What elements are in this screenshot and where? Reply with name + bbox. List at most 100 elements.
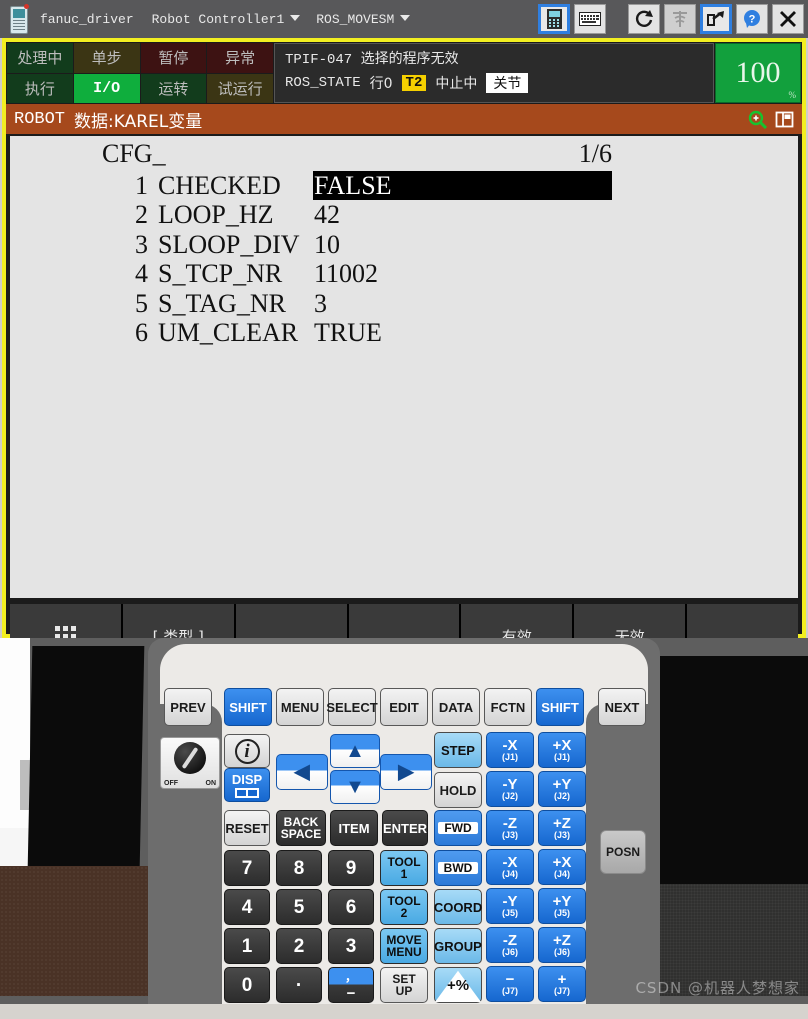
table-row[interactable]: 5 S_TAG_NR 3 [10, 289, 798, 318]
teach-pendant-view-button[interactable] [538, 4, 570, 34]
table-row[interactable]: 2 LOOP_HZ 42 [10, 200, 798, 229]
popout-window-button[interactable] [700, 4, 732, 34]
key-jog-py-j2[interactable]: +Y (J2) [538, 771, 586, 807]
key-jog-mx-j1[interactable]: -X (J1) [486, 732, 534, 768]
controller-selector[interactable]: Robot Controller1 [152, 12, 301, 27]
key-num9[interactable]: 9 [328, 850, 374, 886]
key-movemenu[interactable]: MOVE MENU [380, 928, 428, 964]
key-info[interactable]: i [224, 734, 270, 768]
status-light-single-step[interactable]: 单步 [73, 43, 140, 73]
key-edit[interactable]: EDIT [380, 688, 428, 726]
key-jog-px-j4[interactable]: +X (J4) [538, 849, 586, 885]
magnifier-plus-icon[interactable] [748, 110, 767, 129]
key-jog-mx-j4[interactable]: -X (J4) [486, 849, 534, 885]
key-jog-pz-j3[interactable]: +Z (J3) [538, 810, 586, 846]
key-num0[interactable]: 0 [224, 967, 270, 1003]
status-light-operating[interactable]: 运转 [140, 73, 207, 103]
key-shift-r[interactable]: SHIFT [536, 688, 584, 726]
key-coord[interactable]: COORD [434, 889, 482, 925]
status-light-running[interactable]: 执行 [7, 73, 73, 103]
karel-variable-list[interactable]: CFG_ 1/6 1 CHECKED FALSE 2 LOOP_HZ 42 3 … [10, 136, 798, 598]
key-menu[interactable]: MENU [276, 688, 324, 726]
row-index: 1 [135, 171, 148, 200]
key-jog-pz-j6[interactable]: +Z (J6) [538, 927, 586, 963]
row-value[interactable]: 42 [313, 200, 340, 229]
key-num8[interactable]: 8 [276, 850, 322, 886]
table-row[interactable]: 6 UM_CLEAR TRUE [10, 318, 798, 347]
row-value[interactable]: 3 [313, 289, 327, 318]
key-select[interactable]: SELECT [326, 688, 378, 726]
key-speed-up[interactable]: +% [434, 967, 482, 1003]
key-jog-py-j5[interactable]: +Y (J5) [538, 888, 586, 924]
key-setup[interactable]: SET UP [380, 967, 428, 1003]
key-disp[interactable]: DISP [224, 768, 270, 802]
message-box[interactable]: TPIF-047 选择的程序无效 ROS_STATE 行0 T2 中止中 关节 [274, 43, 714, 103]
key-enter[interactable]: ENTER [382, 810, 428, 846]
key-arrow-up[interactable]: ▲ [330, 734, 380, 768]
key-num6[interactable]: 6 [328, 889, 374, 925]
key-jog-mz-j3[interactable]: -Z (J3) [486, 810, 534, 846]
status-light-test-run[interactable]: 试运行 [207, 73, 273, 103]
key-jog-my-j5[interactable]: -Y (J5) [486, 888, 534, 924]
key-fctn[interactable]: FCTN [484, 688, 532, 726]
key-num5[interactable]: 5 [276, 889, 322, 925]
status-light-paused[interactable]: 暂停 [140, 43, 207, 73]
key-num7[interactable]: 7 [224, 850, 270, 886]
jog-axis-label: -Z [502, 932, 518, 949]
key-jog-px-j1[interactable]: +X (J1) [538, 732, 586, 768]
key-label: SELECT [326, 699, 378, 715]
key-shift-l[interactable]: SHIFT [224, 688, 272, 726]
key-prev[interactable]: PREV [164, 688, 212, 726]
keyboard-view-button[interactable] [574, 4, 606, 34]
status-light-fault[interactable]: 异常 [207, 43, 273, 73]
program-selector[interactable]: ROS_MOVESM [316, 12, 411, 27]
os-taskbar[interactable] [0, 1004, 808, 1019]
close-button[interactable] [772, 4, 804, 34]
antenna-button[interactable] [664, 4, 696, 34]
key-dot[interactable]: · [276, 967, 322, 1003]
reconnect-button[interactable] [628, 4, 660, 34]
key-tool1[interactable]: TOOL 1 [380, 850, 428, 886]
speed-unit: % [788, 90, 797, 100]
key-jog-p-j7[interactable]: + (J7) [538, 966, 586, 1002]
status-light-io[interactable]: I/O [73, 73, 140, 103]
key-label: COORD [433, 899, 483, 915]
key-bwd[interactable]: BWD [434, 850, 482, 886]
key-arrow-down[interactable]: ▼ [330, 770, 380, 804]
key-jog-my-j2[interactable]: -Y (J2) [486, 771, 534, 807]
key-reset[interactable]: RESET [224, 810, 270, 846]
key-num1[interactable]: 1 [224, 928, 270, 964]
row-value[interactable]: 10 [313, 230, 340, 259]
key-num3[interactable]: 3 [328, 928, 374, 964]
key-item[interactable]: ITEM [330, 810, 378, 846]
deadman-key-switch[interactable]: OFF ON [160, 737, 220, 789]
key-tool2[interactable]: TOOL 2 [380, 889, 428, 925]
row-value[interactable]: 11002 [313, 259, 378, 288]
key-num4[interactable]: 4 [224, 889, 270, 925]
key-backspace[interactable]: BACK SPACE [276, 810, 326, 846]
help-button[interactable]: ? [736, 4, 768, 34]
key-jog-mz-j6[interactable]: -Z (J6) [486, 927, 534, 963]
jog-axis-label: -Y [502, 776, 518, 793]
key-data[interactable]: DATA [432, 688, 480, 726]
key-arrow-left[interactable]: ◀ [276, 754, 328, 790]
key-fwd[interactable]: FWD [434, 810, 482, 846]
key-next[interactable]: NEXT [598, 688, 646, 726]
key-group[interactable]: GROUP [434, 928, 482, 964]
speed-override-indicator[interactable]: 100 % [715, 43, 801, 103]
row-value[interactable]: TRUE [313, 318, 382, 347]
table-row[interactable]: 3 SLOOP_DIV 10 [10, 230, 798, 259]
row-value[interactable]: FALSE [313, 171, 612, 201]
jog-joint-label: (J6) [553, 947, 570, 957]
table-row[interactable]: 4 S_TCP_NR 11002 [10, 259, 798, 288]
status-light-processing[interactable]: 处理中 [7, 43, 73, 73]
key-jog-m-j7[interactable]: − (J7) [486, 966, 534, 1002]
key-comma-minus[interactable]: ， − [328, 967, 374, 1003]
key-arrow-right[interactable]: ▶ [380, 754, 432, 790]
key-step[interactable]: STEP [434, 732, 482, 768]
key-num2[interactable]: 2 [276, 928, 322, 964]
table-row[interactable]: 1 CHECKED FALSE [10, 171, 798, 201]
key-posn-side[interactable]: POSN [600, 830, 646, 874]
key-hold[interactable]: HOLD [434, 772, 482, 808]
split-screen-icon[interactable] [775, 110, 794, 129]
